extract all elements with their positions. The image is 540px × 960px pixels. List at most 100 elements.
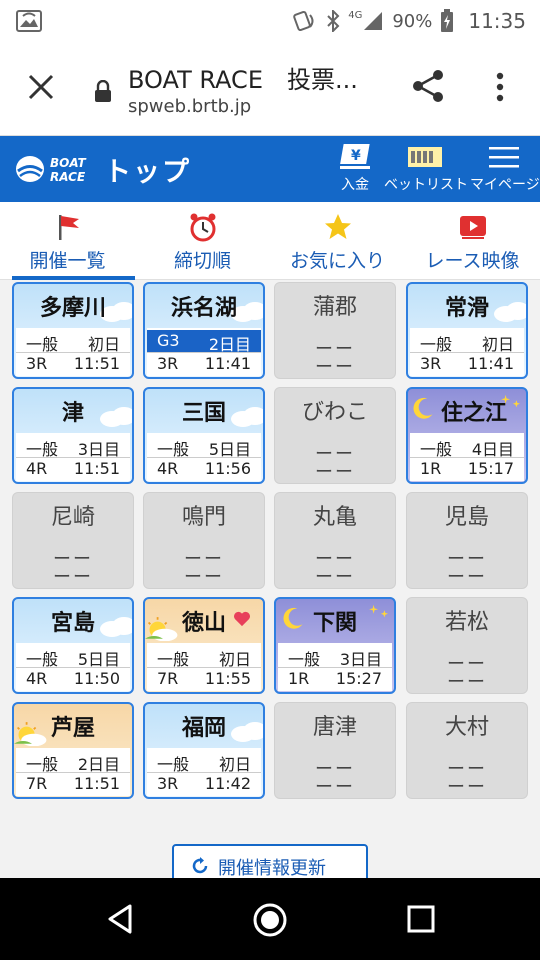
close-icon[interactable]: [26, 72, 56, 102]
boat-race-logo[interactable]: BOAT RACE: [14, 150, 88, 188]
bluetooth-icon: [327, 10, 340, 32]
venue-info: 一般 2日目 7R 11:51: [16, 748, 130, 796]
recents-icon[interactable]: [406, 904, 436, 934]
venue-card-tokuyama[interactable]: 徳山 一般 初日 7R 11:55: [143, 597, 265, 694]
svg-text:¥: ¥: [351, 148, 361, 164]
deposit-label: 入金: [341, 177, 369, 193]
clock: 11:35: [468, 9, 526, 33]
venue-name: 丸亀: [312, 505, 357, 530]
back-icon[interactable]: [104, 902, 138, 936]
no-race-line: ーー: [447, 672, 487, 693]
video-play-icon: [459, 216, 486, 239]
app-page-title: トップ: [104, 157, 191, 188]
heart-icon[interactable]: [233, 611, 251, 627]
hamburger-menu-icon: [489, 147, 519, 168]
overflow-menu-icon[interactable]: [488, 70, 512, 104]
share-icon[interactable]: [410, 68, 446, 104]
venue-card-tokoname[interactable]: 常滑 一般 初日 3R 11:41: [406, 282, 528, 379]
venue-name: 児島: [444, 505, 489, 530]
venue-card-fukuoka[interactable]: 福岡 一般 初日 3R 11:42: [143, 702, 265, 799]
race-number: 3R: [420, 354, 442, 373]
venue-name: 大村: [444, 715, 489, 740]
venue-info: 一般 初日 3R 11:51: [16, 328, 130, 376]
no-race-line: ーー: [315, 777, 355, 798]
mypage-button[interactable]: マイページ: [470, 142, 540, 194]
race-number: 1R: [288, 669, 310, 688]
venue-card-kojima[interactable]: 児島 ーー ーー: [406, 492, 528, 589]
venue-name: びわこ: [301, 400, 368, 425]
nfc-icon: [293, 10, 314, 32]
tab-race-video[interactable]: レース映像: [405, 202, 540, 280]
venue-card-shimonoseki[interactable]: 下関 一般 3日目 1R 15:27: [274, 597, 396, 694]
battery-percent: 90%: [392, 10, 433, 32]
venue-card-marugame[interactable]: 丸亀 ーー ーー: [274, 492, 396, 589]
race-number: 4R: [26, 459, 48, 478]
tab-bar: 開催一覧 締切順 お気に入り レース映像: [0, 202, 540, 280]
venue-name: 宮島: [50, 611, 95, 636]
venue-card-naruto[interactable]: 鳴門 ーー ーー: [143, 492, 265, 589]
race-number: 7R: [26, 774, 48, 793]
svg-text:BOAT: BOAT: [50, 156, 86, 170]
app-header: BOAT RACE トップ ¥ 入金 ベットリスト マイページ: [0, 136, 540, 202]
betlist-label: ベットリスト: [384, 177, 468, 193]
image-notification-icon: [16, 10, 42, 32]
deadline-time: 11:51: [73, 774, 120, 793]
venue-card-suminoe[interactable]: 住之江 一般 4日目 1R 15:17: [406, 387, 528, 484]
yen-card-icon: ¥: [340, 144, 370, 169]
race-number: 7R: [157, 669, 179, 688]
venue-name: 三国: [181, 401, 226, 426]
no-race-line: ーー: [315, 462, 355, 483]
no-race-line: ーー: [315, 567, 355, 588]
betlist-button[interactable]: ベットリスト: [384, 142, 468, 194]
tab-venue-list[interactable]: 開催一覧: [0, 202, 135, 280]
venue-name: 常滑: [444, 296, 489, 321]
venue-name: 津: [61, 401, 84, 426]
g3-badge-row: G3 2日目: [147, 330, 261, 354]
home-icon[interactable]: [252, 902, 288, 938]
no-race-line: ーー: [447, 777, 487, 798]
venue-card-gamagori[interactable]: 蒲郡 ーー ーー: [274, 282, 396, 379]
no-race-line: ーー: [315, 357, 355, 378]
venue-info: 一般 4日目 1R 15:17: [410, 433, 524, 481]
venue-info: 一般 5日目 4R 11:50: [16, 643, 130, 691]
bet-ticket-icon: [408, 147, 442, 167]
no-race-line: ーー: [53, 567, 93, 588]
venue-name: 住之江: [440, 401, 507, 426]
venue-card-hamanako[interactable]: 浜名湖 G3 2日目 3R 11:41: [143, 282, 265, 379]
tab-deadline-order[interactable]: 締切順: [135, 202, 270, 280]
venue-card-amagasaki[interactable]: 尼崎 ーー ーー: [12, 492, 134, 589]
venue-info: G3 2日目 3R 11:41: [147, 328, 261, 376]
deadline-time: 15:27: [335, 669, 382, 688]
venue-info: 一般 3日目 1R 15:27: [278, 643, 392, 691]
tab-label: 締切順: [173, 250, 231, 272]
race-number: 3R: [157, 354, 179, 373]
deposit-button[interactable]: ¥ 入金: [334, 142, 376, 194]
race-number: 3R: [157, 774, 179, 793]
venue-name: 芦屋: [50, 716, 95, 741]
venue-info: 一般 3日目 4R 11:51: [16, 433, 130, 481]
venue-name: 多摩川: [39, 296, 106, 321]
star-icon: [324, 214, 351, 239]
url-text[interactable]: spweb.brtb.jp: [128, 96, 251, 117]
venue-card-ashiya[interactable]: 芦屋 一般 2日目 7R 11:51: [12, 702, 134, 799]
venue-card-wakamatsu[interactable]: 若松 ーー ーー: [406, 597, 528, 694]
venue-name: 若松: [444, 610, 489, 635]
no-race-line: ーー: [447, 567, 487, 588]
deadline-time: 11:56: [204, 459, 251, 478]
venue-card-tsu[interactable]: 津 一般 3日目 4R 11:51: [12, 387, 134, 484]
lock-icon: [95, 80, 111, 102]
venue-card-biwako[interactable]: びわこ ーー ーー: [274, 387, 396, 484]
tab-label: お気に入り: [289, 250, 385, 272]
tab-favorites[interactable]: お気に入り: [270, 202, 405, 280]
venue-card-karatsu[interactable]: 唐津 ーー ーー: [274, 702, 396, 799]
venue-card-miyajima[interactable]: 宮島 一般 5日目 4R 11:50: [12, 597, 134, 694]
venue-name: 蒲郡: [312, 295, 357, 320]
venue-card-omura[interactable]: 大村 ーー ーー: [406, 702, 528, 799]
race-grade: G3: [157, 331, 180, 350]
race-number: 3R: [26, 354, 48, 373]
venue-name: 浜名湖: [170, 296, 237, 321]
network-type: 4G: [348, 9, 363, 21]
venue-card-tamagawa[interactable]: 多摩川 一般 初日 3R 11:51: [12, 282, 134, 379]
venue-card-mikuni[interactable]: 三国 一般 5日目 4R 11:56: [143, 387, 265, 484]
system-nav-bar: [0, 878, 540, 960]
